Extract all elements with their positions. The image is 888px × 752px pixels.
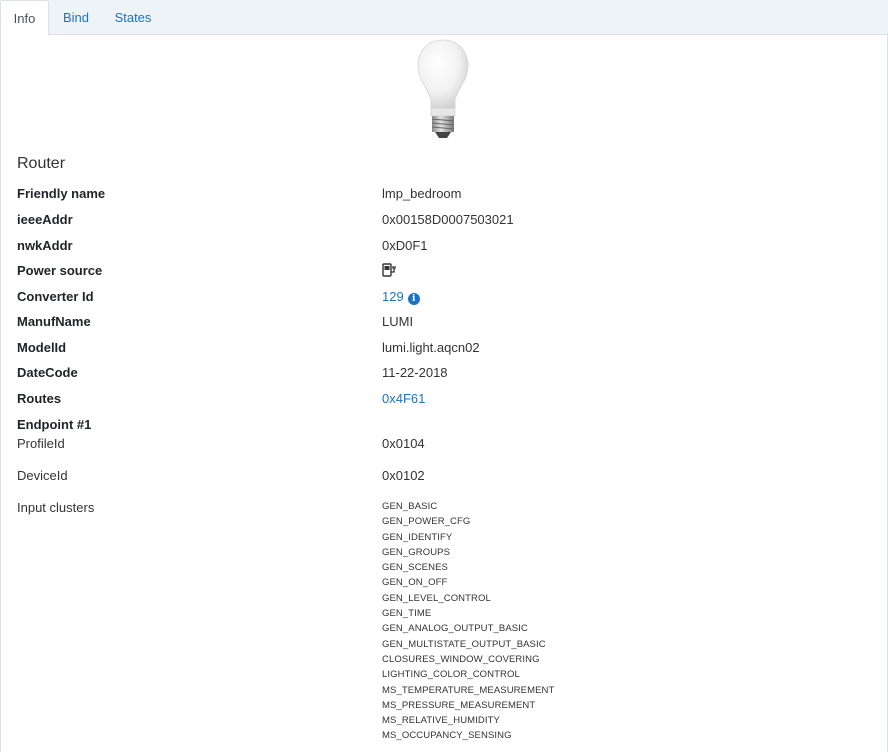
tab-bind[interactable]: Bind <box>52 0 100 35</box>
ieee-addr-label: ieeeAddr <box>17 212 73 227</box>
friendly-name-value: lmp_bedroom <box>382 186 462 201</box>
date-code-value: 11-22-2018 <box>382 365 448 380</box>
friendly-name-row: Friendly name lmp_bedroom <box>17 186 877 206</box>
cluster-item: GEN_LEVEL_CONTROL <box>382 592 491 604</box>
info-circle-icon[interactable]: i <box>407 293 420 305</box>
power-source-label: Power source <box>17 263 103 278</box>
tab-bar: Info Bind States <box>0 0 888 36</box>
profile-id-label: ProfileId <box>17 436 65 451</box>
converter-id-row: Converter Id 129 i <box>17 289 877 309</box>
cluster-item: GEN_TIME <box>382 608 432 620</box>
cluster-item: GEN_SCENES <box>382 562 448 574</box>
routes-row: Routes 0x4F61 <box>17 391 877 411</box>
cluster-item: GEN_GROUPS <box>382 546 451 558</box>
date-code-row: DateCode 11-22-2018 <box>17 365 877 385</box>
converter-id-label: Converter Id <box>17 289 94 304</box>
cluster-item: MS_RELATIVE_HUMIDITY <box>382 715 500 727</box>
power-source-value <box>382 263 398 278</box>
model-id-row: ModelId lumi.light.aqcn02 <box>17 340 877 360</box>
mains-power-icon <box>382 263 396 277</box>
power-source-row: Power source <box>17 263 877 283</box>
tab-info[interactable]: Info <box>0 0 49 36</box>
nwk-addr-label: nwkAddr <box>17 238 73 253</box>
device-id-value: 0x0102 <box>382 468 425 483</box>
tab-states[interactable]: States <box>104 0 162 35</box>
device-id-row: DeviceId 0x0102 <box>17 468 877 488</box>
device-type-heading: Router <box>17 155 66 172</box>
profile-id-value: 0x0104 <box>382 436 425 451</box>
manuf-name-row: ManufName LUMI <box>17 314 877 334</box>
device-id-label: DeviceId <box>17 468 68 483</box>
friendly-name-label: Friendly name <box>17 186 106 201</box>
cluster-item: GEN_MULTISTATE_OUTPUT_BASIC <box>382 638 546 650</box>
endpoint-title: Endpoint #1 <box>17 417 92 432</box>
cluster-item: MS_TEMPERATURE_MEASUREMENT <box>382 684 555 696</box>
manuf-name-value: LUMI <box>382 314 414 329</box>
date-code-label: DateCode <box>17 365 78 380</box>
model-id-label: ModelId <box>17 340 67 355</box>
nwk-addr-row: nwkAddr 0xD0F1 <box>17 238 877 258</box>
manuf-name-label: ManufName <box>17 314 91 329</box>
cluster-item: GEN_BASIC <box>382 501 438 512</box>
profile-id-row: ProfileId 0x0104 <box>17 436 877 456</box>
cluster-item: GEN_ON_OFF <box>382 577 448 589</box>
routes-link[interactable]: 0x4F61 <box>382 391 425 406</box>
routes-label: Routes <box>17 391 62 406</box>
cluster-item: LIGHTING_COLOR_CONTROL <box>382 669 520 681</box>
ieee-addr-row: ieeeAddr 0x00158D0007503021 <box>17 212 877 232</box>
cluster-item: GEN_IDENTIFY <box>382 531 453 543</box>
cluster-item: GEN_POWER_CFG <box>382 516 471 528</box>
cluster-item: GEN_ANALOG_OUTPUT_BASIC <box>382 623 528 635</box>
ieee-addr-value: 0x00158D0007503021 <box>382 212 514 227</box>
input-clusters-list: GEN_BASIC GEN_POWER_CFG GEN_IDENTIFY GEN… <box>382 499 554 744</box>
input-clusters-label: Input clusters <box>17 500 95 515</box>
nwk-addr-value: 0xD0F1 <box>382 238 428 253</box>
model-id-value: lumi.light.aqcn02 <box>382 340 480 355</box>
converter-id-link[interactable]: 129 <box>382 289 404 304</box>
cluster-item: CLOSURES_WINDOW_COVERING <box>382 653 540 665</box>
light-bulb-icon <box>417 39 469 138</box>
cluster-item: MS_PRESSURE_MEASUREMENT <box>382 699 536 711</box>
endpoint-title-row: Endpoint #1 <box>17 417 877 437</box>
cluster-item: MS_OCCUPANCY_SENSING <box>382 730 512 742</box>
